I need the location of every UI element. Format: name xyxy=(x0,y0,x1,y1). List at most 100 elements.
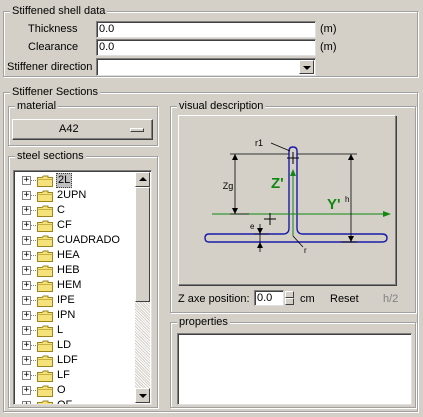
tree-item-label: O xyxy=(57,384,66,396)
clearance-input[interactable]: 0.0 xyxy=(96,39,316,56)
material-value: A42 xyxy=(59,123,79,135)
stiffener-direction-dropdown-button[interactable] xyxy=(299,60,314,74)
expand-icon[interactable]: + xyxy=(22,386,31,395)
folder-icon xyxy=(37,265,53,277)
expand-icon[interactable]: + xyxy=(22,356,31,365)
tree-item[interactable]: + L xyxy=(18,323,136,338)
tree-item-label: 2UPN xyxy=(57,189,87,201)
clearance-unit: (m) xyxy=(320,41,337,53)
folder-icon xyxy=(37,370,53,382)
tree-connector xyxy=(31,360,36,361)
tree-item-label: C xyxy=(57,204,65,216)
expand-icon[interactable]: + xyxy=(22,191,31,200)
t-section-diagram: r1 Zg Z' Y' e h r xyxy=(204,138,391,255)
expand-icon[interactable]: + xyxy=(22,266,31,275)
tree-item-label: LF xyxy=(57,369,70,381)
folder-icon xyxy=(37,400,53,404)
tree-connector xyxy=(31,375,36,376)
tree-item[interactable]: + C xyxy=(18,203,136,218)
expand-icon[interactable]: + xyxy=(22,251,31,260)
tree-item[interactable]: + LF xyxy=(18,368,136,383)
z-axis-arrow xyxy=(290,169,296,176)
tree-item-label: HEM xyxy=(57,279,82,291)
material-title: material xyxy=(15,100,59,113)
z-axe-spinner[interactable] xyxy=(285,291,294,305)
folder-icon xyxy=(37,220,53,232)
expand-icon[interactable]: + xyxy=(22,281,31,290)
tree-item-label: HEB xyxy=(57,264,80,276)
tree-item-label: IPN xyxy=(57,309,76,321)
expand-icon[interactable]: + xyxy=(22,341,31,350)
properties-title: properties xyxy=(177,316,230,329)
reset-button[interactable]: Reset xyxy=(330,292,359,306)
visual-description-title: visual description xyxy=(177,100,266,113)
tree-item-label: OF xyxy=(57,399,73,405)
steel-sections-tree[interactable]: +2L +2UPN + C + CF + CUADRADO + HEA + HEB + HEM + IPE + I… xyxy=(13,170,152,405)
material-button[interactable]: A42 xyxy=(12,119,153,140)
tree-connector xyxy=(31,330,36,331)
scroll-thumb[interactable] xyxy=(135,187,150,302)
h2-button[interactable]: h/2 xyxy=(383,292,398,306)
zg-arrow-top xyxy=(232,154,238,160)
folder-icon xyxy=(37,310,53,322)
folder-icon xyxy=(37,205,53,217)
zg-arrow-bottom xyxy=(232,208,238,214)
tree-connector xyxy=(31,345,36,346)
tree-item[interactable]: + LDF xyxy=(18,353,136,368)
tree-item[interactable]: + IPE xyxy=(18,293,136,308)
tree-scrollbar[interactable] xyxy=(135,172,150,403)
folder-icon xyxy=(37,340,53,352)
e-arrow-top xyxy=(257,228,263,234)
tree-item[interactable]: + IPN xyxy=(18,308,136,323)
folder-icon xyxy=(37,235,53,247)
h-arrow-top xyxy=(348,154,354,160)
expand-icon[interactable]: + xyxy=(22,236,31,245)
tree-item[interactable]: +2L xyxy=(18,173,136,188)
scroll-down-button[interactable] xyxy=(135,388,150,403)
expand-icon[interactable]: + xyxy=(22,206,31,215)
thickness-input[interactable]: 0.0 xyxy=(96,21,316,38)
z-axis-label: Z' xyxy=(271,175,284,192)
tree-item[interactable]: +2UPN xyxy=(18,188,136,203)
y-axis-label: Y' xyxy=(327,196,341,213)
expand-icon[interactable]: + xyxy=(22,401,31,404)
expand-icon[interactable]: + xyxy=(22,311,31,320)
tree-item[interactable]: + HEM xyxy=(18,278,136,293)
tree-item[interactable]: + LD xyxy=(18,338,136,353)
tree-item[interactable]: + HEA xyxy=(18,248,136,263)
tree-item[interactable]: + HEB xyxy=(18,263,136,278)
tree-item[interactable]: + OF xyxy=(18,398,136,405)
scroll-up-button[interactable] xyxy=(135,172,150,187)
tree-item[interactable]: + CF xyxy=(18,218,136,233)
expand-icon[interactable]: + xyxy=(22,176,31,185)
expand-icon[interactable]: + xyxy=(22,326,31,335)
stiffener-direction-select[interactable] xyxy=(96,58,316,76)
tree-item-label: CUADRADO xyxy=(57,234,120,246)
tree-connector xyxy=(31,180,36,181)
shell-data-title: Stiffened shell data xyxy=(10,5,108,18)
tree-connector xyxy=(31,195,36,196)
tree-item[interactable]: + CUADRADO xyxy=(18,233,136,248)
tree-item[interactable]: + O xyxy=(18,383,136,398)
r-label: r xyxy=(304,246,307,255)
section-diagram-panel: r1 Zg Z' Y' e h r xyxy=(178,115,396,285)
tree-item-label: CF xyxy=(57,219,72,231)
thickness-unit: (m) xyxy=(320,23,337,35)
h-label: h xyxy=(345,195,349,204)
tree-connector xyxy=(31,270,36,271)
spin-up-button[interactable] xyxy=(285,291,294,298)
expand-icon[interactable]: + xyxy=(22,296,31,305)
e-label: e xyxy=(250,222,255,231)
expand-icon[interactable]: + xyxy=(22,221,31,230)
z-axe-position-input[interactable]: 0.0 xyxy=(254,290,284,306)
folder-icon xyxy=(37,385,53,397)
tree-item-label: LDF xyxy=(57,354,78,366)
tree-connector xyxy=(31,315,36,316)
h-arrow-bottom xyxy=(348,236,354,242)
expand-icon[interactable]: + xyxy=(22,371,31,380)
spin-down-button[interactable] xyxy=(285,298,294,305)
thickness-label: Thickness xyxy=(28,23,78,35)
tree-item-label: IPE xyxy=(57,294,75,306)
tree-connector xyxy=(31,225,36,226)
stiffener-direction-label: Stiffener direction xyxy=(7,61,93,73)
